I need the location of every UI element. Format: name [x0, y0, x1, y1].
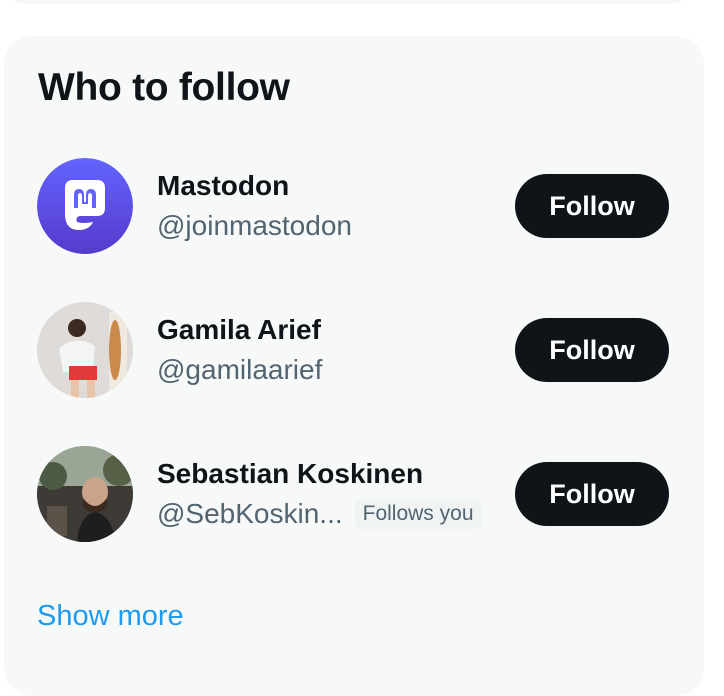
user-name[interactable]: Sebastian Koskinen [157, 458, 423, 490]
suggestion-row[interactable]: Gamila Arief @gamilaarief Follow [4, 302, 704, 398]
profile-photo [37, 302, 133, 398]
user-name[interactable]: Gamila Arief [157, 314, 321, 346]
user-handle[interactable]: @joinmastodon [157, 210, 352, 242]
avatar[interactable] [37, 446, 133, 542]
user-handle[interactable]: @SebKoskin... [157, 498, 343, 530]
user-name[interactable]: Mastodon [157, 170, 289, 202]
suggestion-row[interactable]: Sebastian Koskinen @SebKoskin... Follows… [4, 446, 704, 542]
user-handle[interactable]: @gamilaarief [157, 354, 322, 386]
avatar[interactable] [37, 302, 133, 398]
previous-card [4, 0, 692, 4]
profile-photo [37, 446, 133, 542]
handle-line: @SebKoskin... Follows you [157, 498, 482, 530]
handle-line: @gamilaarief [157, 354, 322, 386]
handle-line: @joinmastodon [157, 210, 352, 242]
mastodon-logo-icon [37, 158, 133, 254]
follow-button[interactable]: Follow [515, 174, 669, 238]
show-more-link[interactable]: Show more [37, 600, 184, 633]
follow-button[interactable]: Follow [515, 318, 669, 382]
avatar[interactable] [37, 158, 133, 254]
who-to-follow-card: Who to follow Mastodon @joinmastodon Fol… [4, 36, 704, 696]
follow-button[interactable]: Follow [515, 462, 669, 526]
follows-you-badge: Follows you [354, 499, 482, 529]
suggestion-row[interactable]: Mastodon @joinmastodon Follow [4, 158, 704, 254]
widget-title: Who to follow [38, 66, 290, 109]
